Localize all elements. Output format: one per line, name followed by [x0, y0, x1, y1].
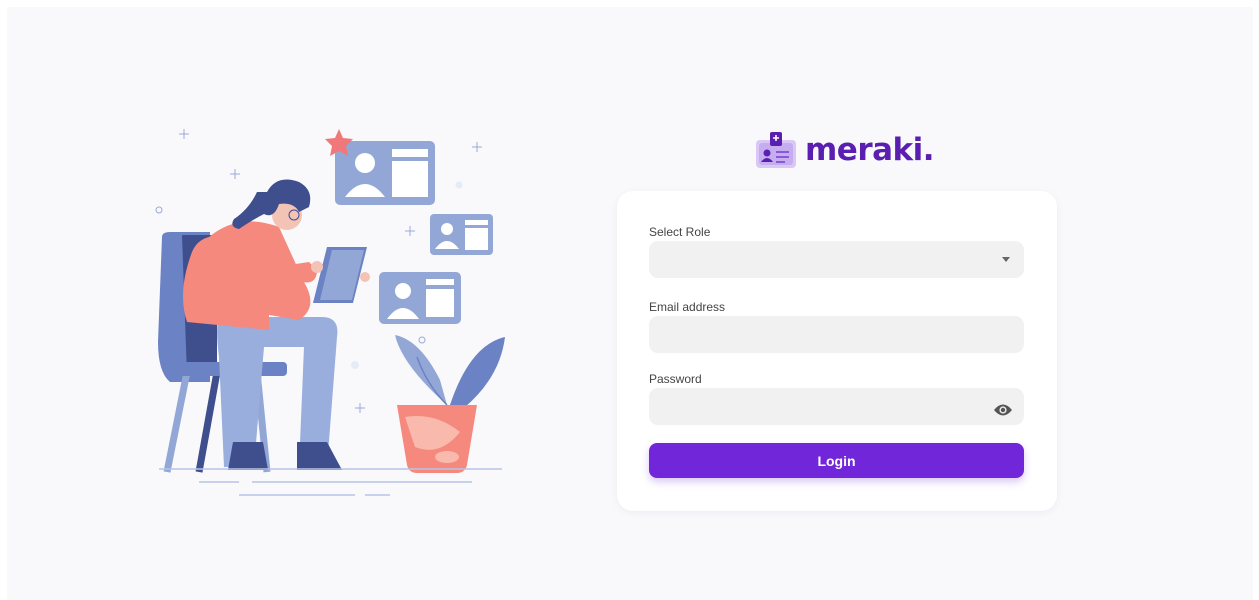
password-input[interactable] — [649, 388, 1024, 425]
woman-with-tablet-illustration — [155, 129, 505, 496]
role-label: Select Role — [649, 225, 711, 239]
login-card: Select Role Email address Password Login — [617, 191, 1057, 511]
email-input[interactable] — [649, 316, 1024, 353]
password-toggle-button[interactable] — [991, 399, 1015, 421]
brand-logo: meraki. — [755, 125, 935, 175]
id-card-icon — [756, 132, 796, 168]
role-select[interactable] — [649, 241, 1024, 278]
password-label: Password — [649, 372, 702, 386]
login-page: meraki. Select Role Email address Passwo… — [7, 7, 1253, 600]
email-label: Email address — [649, 300, 726, 314]
chevron-down-icon — [1002, 257, 1010, 262]
brand-name: meraki. — [805, 132, 935, 168]
login-button[interactable]: Login — [649, 443, 1024, 478]
eye-icon — [994, 404, 1012, 416]
